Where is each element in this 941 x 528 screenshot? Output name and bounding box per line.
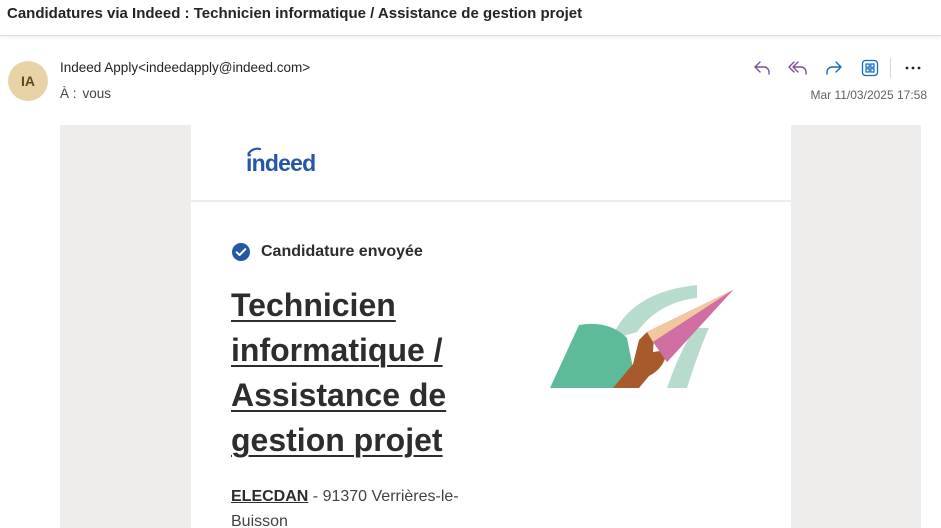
company-line: ELECDAN - 91370 Verrières-le-Buisson <box>231 484 481 528</box>
email-card: indeed Candidature envoyée Technicien in… <box>191 125 791 528</box>
to-value[interactable]: vous <box>83 86 112 101</box>
job-title-link[interactable]: Technicien informatique / Assistance de … <box>231 283 491 463</box>
action-divider <box>890 58 891 78</box>
company-link[interactable]: ELECDAN <box>231 488 308 505</box>
logo-text: indeed <box>246 150 315 175</box>
email-subject: Candidatures via Indeed : Technicien inf… <box>7 5 583 22</box>
message-actions <box>744 56 931 80</box>
avatar[interactable]: IA <box>8 61 48 101</box>
reply-all-icon[interactable] <box>780 56 816 80</box>
paper-plane-illustration <box>550 285 733 388</box>
subject-bar: Candidatures via Indeed : Technicien inf… <box>0 0 941 36</box>
reply-icon[interactable] <box>744 56 780 80</box>
header-divider <box>191 200 791 202</box>
to-label: À : <box>60 86 77 101</box>
sender[interactable]: Indeed Apply<indeedapply@indeed.com> <box>60 60 310 75</box>
check-circle-icon <box>232 243 250 261</box>
status-text: Candidature envoyée <box>261 243 423 260</box>
more-icon[interactable] <box>895 56 931 80</box>
forward-icon[interactable] <box>816 56 852 80</box>
sent-date: Mar 11/03/2025 17:58 <box>810 88 927 102</box>
apps-icon[interactable] <box>852 56 888 80</box>
application-status: Candidature envoyée <box>231 242 423 262</box>
recipient-line: À : vous <box>60 86 111 101</box>
indeed-logo[interactable]: indeed <box>246 147 336 180</box>
